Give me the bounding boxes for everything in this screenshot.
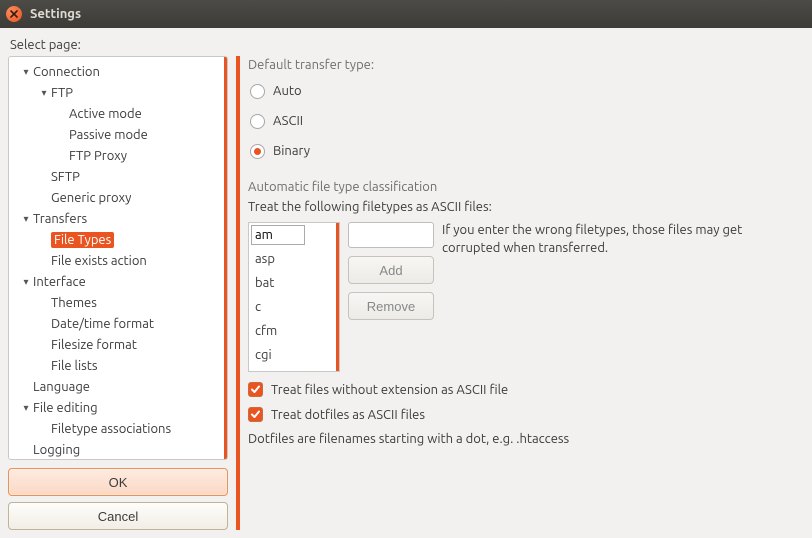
radio-binary[interactable]: Binary	[248, 138, 804, 164]
filetype-item[interactable]: cfm	[249, 319, 339, 343]
filetype-edit-input[interactable]	[251, 225, 305, 245]
tree-item[interactable]: ▾Interface	[11, 271, 225, 292]
tree-item-label: Filesize format	[51, 337, 137, 353]
tree-item[interactable]: File lists	[11, 355, 225, 376]
treat-filetypes-label: Treat the following filetypes as ASCII f…	[248, 200, 804, 214]
cancel-button[interactable]: Cancel	[8, 502, 228, 530]
tree-item[interactable]: File exists action	[11, 250, 225, 271]
settings-panel: Default transfer type: Auto ASCII Binary…	[236, 56, 804, 530]
dotfiles-hint: Dotfiles are filenames starting with a d…	[248, 432, 804, 446]
tree-item-label: File exists action	[51, 253, 147, 269]
tree-item[interactable]: ▾Transfers	[11, 208, 225, 229]
page-tree[interactable]: ▾Connection▾FTPActive modePassive modeFT…	[8, 56, 228, 460]
tree-item-label: Passive mode	[69, 127, 148, 143]
tree-item[interactable]: Generic proxy	[11, 187, 225, 208]
checkmark-icon	[248, 382, 263, 397]
remove-button[interactable]: Remove	[348, 292, 434, 320]
filetype-item[interactable]: asp	[249, 247, 339, 271]
tree-item-label: Transfers	[33, 211, 87, 227]
radio-icon	[250, 114, 265, 129]
left-pane: Select page: ▾Connection▾FTPActive modeP…	[8, 34, 228, 530]
window-title: Settings	[30, 7, 81, 21]
checkbox-noext[interactable]: Treat files without extension as ASCII f…	[248, 382, 804, 397]
add-button[interactable]: Add	[348, 256, 434, 284]
default-transfer-label: Default transfer type:	[248, 58, 804, 72]
tree-item-label: Logging	[33, 442, 80, 458]
tree-item-label: Generic proxy	[51, 190, 131, 206]
radio-icon	[250, 84, 265, 99]
radio-ascii[interactable]: ASCII	[248, 108, 804, 134]
tree-item-label: File Types	[51, 232, 114, 248]
tree-item[interactable]: Active mode	[11, 103, 225, 124]
radio-label: Auto	[273, 84, 302, 98]
filetype-item[interactable]	[249, 223, 339, 247]
titlebar: Settings	[0, 0, 812, 28]
tree-item-label: Filetype associations	[51, 421, 171, 437]
tree-item-label: Date/time format	[51, 316, 154, 332]
filetype-list[interactable]: aspbatccfmcgiconf	[248, 222, 340, 372]
expand-icon: ▾	[19, 213, 33, 225]
close-icon[interactable]	[6, 6, 22, 22]
new-filetype-input[interactable]	[348, 222, 434, 248]
tree-item[interactable]: ▾FTP	[11, 82, 225, 103]
tree-item-label: Language	[33, 379, 90, 395]
tree-item[interactable]: File Types	[11, 229, 225, 250]
tree-item-label: FTP	[51, 85, 73, 101]
radio-label: ASCII	[273, 114, 303, 128]
tree-item-label: File editing	[33, 400, 98, 416]
tree-item-label: Active mode	[69, 106, 142, 122]
filetype-item[interactable]: bat	[249, 271, 339, 295]
filetype-warning: If you enter the wrong filetypes, those …	[442, 222, 762, 257]
select-page-label: Select page:	[10, 38, 228, 52]
tree-item[interactable]: Logging	[11, 439, 225, 460]
tree-item[interactable]: ▾Connection	[11, 61, 225, 82]
tree-item[interactable]: SFTP	[11, 166, 225, 187]
tree-item-label: SFTP	[51, 169, 80, 185]
expand-icon: ▾	[19, 276, 33, 288]
dialog-body: Select page: ▾Connection▾FTPActive modeP…	[0, 28, 812, 538]
tree-item-label: Interface	[33, 274, 86, 290]
tree-item-label: Connection	[33, 64, 100, 80]
checkbox-label: Treat dotfiles as ASCII files	[271, 408, 425, 422]
tree-item[interactable]: Passive mode	[11, 124, 225, 145]
radio-label: Binary	[273, 144, 310, 158]
expand-icon: ▾	[19, 66, 33, 78]
checkbox-label: Treat files without extension as ASCII f…	[271, 383, 508, 397]
expand-icon: ▾	[37, 87, 51, 99]
ok-button[interactable]: OK	[8, 468, 228, 496]
tree-item-label: File lists	[51, 358, 98, 374]
tree-item[interactable]: FTP Proxy	[11, 145, 225, 166]
tree-item[interactable]: Filesize format	[11, 334, 225, 355]
tree-item-label: Themes	[51, 295, 97, 311]
filetype-item[interactable]: cgi	[249, 343, 339, 367]
tree-item-label: FTP Proxy	[69, 148, 127, 164]
tree-item[interactable]: Themes	[11, 292, 225, 313]
radio-icon	[250, 144, 265, 159]
tree-item[interactable]: Filetype associations	[11, 418, 225, 439]
expand-icon: ▾	[19, 402, 33, 414]
auto-classification-label: Automatic file type classification	[248, 180, 804, 194]
tree-item[interactable]: Date/time format	[11, 313, 225, 334]
filetype-item[interactable]: c	[249, 295, 339, 319]
filetype-item[interactable]: conf	[249, 367, 339, 372]
checkmark-icon	[248, 407, 263, 422]
radio-auto[interactable]: Auto	[248, 78, 804, 104]
tree-item[interactable]: Language	[11, 376, 225, 397]
tree-item[interactable]: ▾File editing	[11, 397, 225, 418]
checkbox-dotfiles[interactable]: Treat dotfiles as ASCII files	[248, 407, 804, 422]
